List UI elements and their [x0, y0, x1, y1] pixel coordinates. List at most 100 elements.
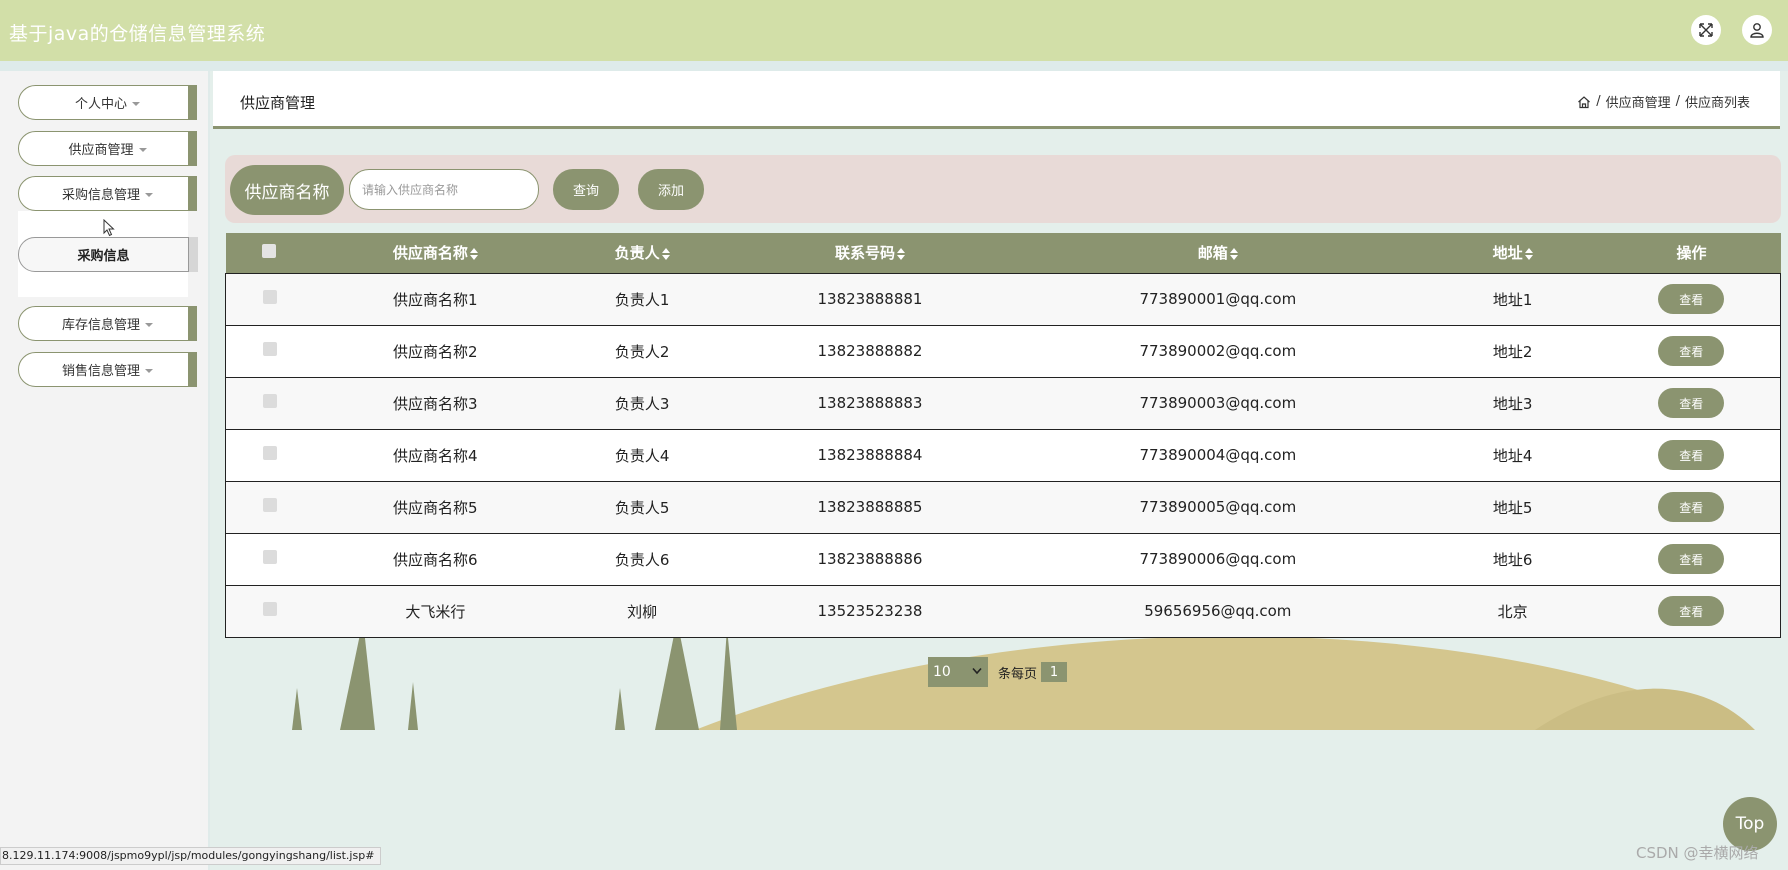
cell-address: 地址3: [1422, 376, 1603, 430]
row-checkbox[interactable]: [262, 290, 277, 304]
add-button[interactable]: 添加: [638, 169, 704, 210]
sidebar-item-inventory-management[interactable]: 库存信息管理: [18, 306, 197, 341]
cell-contact: 负责人3: [557, 376, 728, 430]
row-checkbox[interactable]: [262, 498, 277, 512]
sidebar-subitem-label: 采购信息: [77, 249, 130, 264]
column-header-address[interactable]: 地址: [1422, 233, 1603, 273]
column-header-label: 供应商名称: [392, 244, 468, 263]
header-divider: [0, 61, 1788, 71]
cell-actions: 查看: [1602, 376, 1781, 430]
sidebar-item-label: 销售信息管理: [61, 364, 140, 379]
sort-icon[interactable]: [1524, 247, 1533, 260]
row-checkbox[interactable]: [262, 550, 277, 564]
watermark-text: CSDN @幸横网络: [1636, 844, 1759, 862]
sidebar-item-sales-management[interactable]: 销售信息管理: [18, 352, 197, 387]
column-header-label: 负责人: [614, 244, 660, 263]
select-all-checkbox[interactable]: [262, 243, 277, 258]
cell-email: 773890005@qq.com: [1012, 480, 1423, 534]
view-button[interactable]: 查看: [1658, 388, 1725, 418]
row-select-cell: [225, 272, 314, 326]
cell-supplier-name: 供应商名称3: [313, 376, 558, 430]
column-header-phone[interactable]: 联系号码: [727, 233, 1013, 273]
row-select-cell: [225, 376, 314, 430]
cell-actions: 查看: [1602, 584, 1781, 638]
row-checkbox[interactable]: [262, 394, 277, 408]
page-size-select[interactable]: 10: [928, 657, 988, 687]
caret-down-icon: [145, 368, 153, 373]
home-icon[interactable]: [1577, 95, 1591, 109]
view-button[interactable]: 查看: [1658, 284, 1725, 314]
table-row: 供应商名称5 负责人5 13823888885 773890005@qq.com…: [225, 480, 1781, 534]
row-select-cell: [225, 428, 314, 482]
view-button[interactable]: 查看: [1658, 336, 1725, 366]
cell-address: 地址2: [1422, 324, 1603, 378]
sort-icon[interactable]: [469, 247, 478, 260]
table-row: 供应商名称6 负责人6 13823888886 773890006@qq.com…: [225, 532, 1781, 586]
cell-contact: 负责人2: [557, 324, 728, 378]
breadcrumb-separator: /: [1596, 94, 1601, 109]
column-header-label: 邮箱: [1197, 244, 1228, 263]
cell-email: 59656956@qq.com: [1012, 584, 1423, 638]
cell-contact: 负责人6: [557, 532, 728, 586]
sort-icon[interactable]: [1229, 247, 1238, 260]
browser-status-url: 8.129.11.174:9008/jspmo9ypl/jsp/modules/…: [0, 847, 382, 865]
view-button[interactable]: 查看: [1658, 544, 1725, 574]
sidebar-subitem-purchase-info[interactable]: 采购信息: [18, 237, 198, 272]
row-checkbox[interactable]: [262, 342, 277, 356]
cell-phone: 13823888882: [727, 324, 1013, 378]
cell-contact: 负责人1: [557, 272, 728, 326]
sidebar-item-supplier-management[interactable]: 供应商管理: [18, 131, 197, 166]
row-checkbox[interactable]: [262, 446, 277, 460]
cell-email: 773890006@qq.com: [1012, 532, 1423, 586]
user-button[interactable]: [1742, 15, 1772, 45]
cell-actions: 查看: [1602, 272, 1781, 326]
breadcrumb-item-supplier-list: 供应商列表: [1684, 96, 1750, 111]
cell-actions: 查看: [1602, 480, 1781, 534]
cell-supplier-name: 供应商名称6: [313, 532, 558, 586]
column-header-supplier-name[interactable]: 供应商名称: [313, 233, 558, 273]
row-checkbox[interactable]: [262, 602, 277, 616]
row-select-cell: [225, 480, 314, 534]
column-header-email[interactable]: 邮箱: [1012, 233, 1423, 273]
column-header-contact[interactable]: 负责人: [557, 233, 728, 273]
content-header: 供应商管理 / 供应商管理 / 供应商列表: [213, 71, 1780, 129]
sidebar-item-label: 采购信息管理: [61, 188, 140, 203]
cell-email: 773890001@qq.com: [1012, 272, 1423, 326]
cell-phone: 13823888886: [727, 532, 1013, 586]
view-button[interactable]: 查看: [1658, 596, 1725, 626]
cell-phone: 13823888885: [727, 480, 1013, 534]
sidebar-item-purchase-management[interactable]: 采购信息管理: [18, 176, 197, 211]
mouse-cursor-icon: [103, 219, 115, 237]
cell-phone: 13523523238: [727, 584, 1013, 638]
fullscreen-button[interactable]: [1691, 15, 1721, 45]
supplier-name-search-input[interactable]: [349, 169, 539, 210]
cell-supplier-name: 供应商名称1: [313, 272, 558, 326]
view-button[interactable]: 查看: [1658, 440, 1725, 470]
page-size-value: 10: [933, 664, 951, 680]
caret-down-icon: [145, 192, 153, 197]
sort-icon[interactable]: [897, 247, 905, 260]
cell-actions: 查看: [1602, 428, 1781, 482]
page-number-button[interactable]: 1: [1041, 662, 1068, 682]
query-button[interactable]: 查询: [553, 169, 619, 210]
cell-email: 773890002@qq.com: [1012, 324, 1423, 378]
caret-down-icon: [138, 147, 147, 152]
row-select-cell: [225, 324, 314, 378]
cell-phone: 13823888884: [727, 428, 1013, 482]
cell-address: 地址4: [1422, 428, 1603, 482]
cell-contact: 刘柳: [557, 584, 728, 638]
cell-email: 773890004@qq.com: [1012, 428, 1423, 482]
sort-icon[interactable]: [661, 247, 670, 260]
cell-supplier-name: 供应商名称2: [313, 324, 558, 378]
sidebar-item-label: 库存信息管理: [61, 318, 140, 333]
chevron-down-icon: [972, 667, 982, 675]
cell-supplier-name: 供应商名称4: [313, 428, 558, 482]
sidebar-item-personal-center[interactable]: 个人中心: [18, 85, 197, 120]
table-row: 供应商名称1 负责人1 13823888881 773890001@qq.com…: [225, 272, 1781, 326]
table-row: 大飞米行 刘柳 13523523238 59656956@qq.com 北京 查…: [225, 584, 1781, 638]
view-button[interactable]: 查看: [1658, 492, 1725, 522]
supplier-table: 供应商名称 负责人 联系号码 邮箱 地址 操作 供应商名称1 负责人1 1382…: [225, 233, 1781, 638]
cell-phone: 13823888881: [727, 272, 1013, 326]
breadcrumb-item-supplier-management[interactable]: 供应商管理: [1606, 92, 1671, 111]
cell-contact: 负责人4: [557, 428, 728, 482]
